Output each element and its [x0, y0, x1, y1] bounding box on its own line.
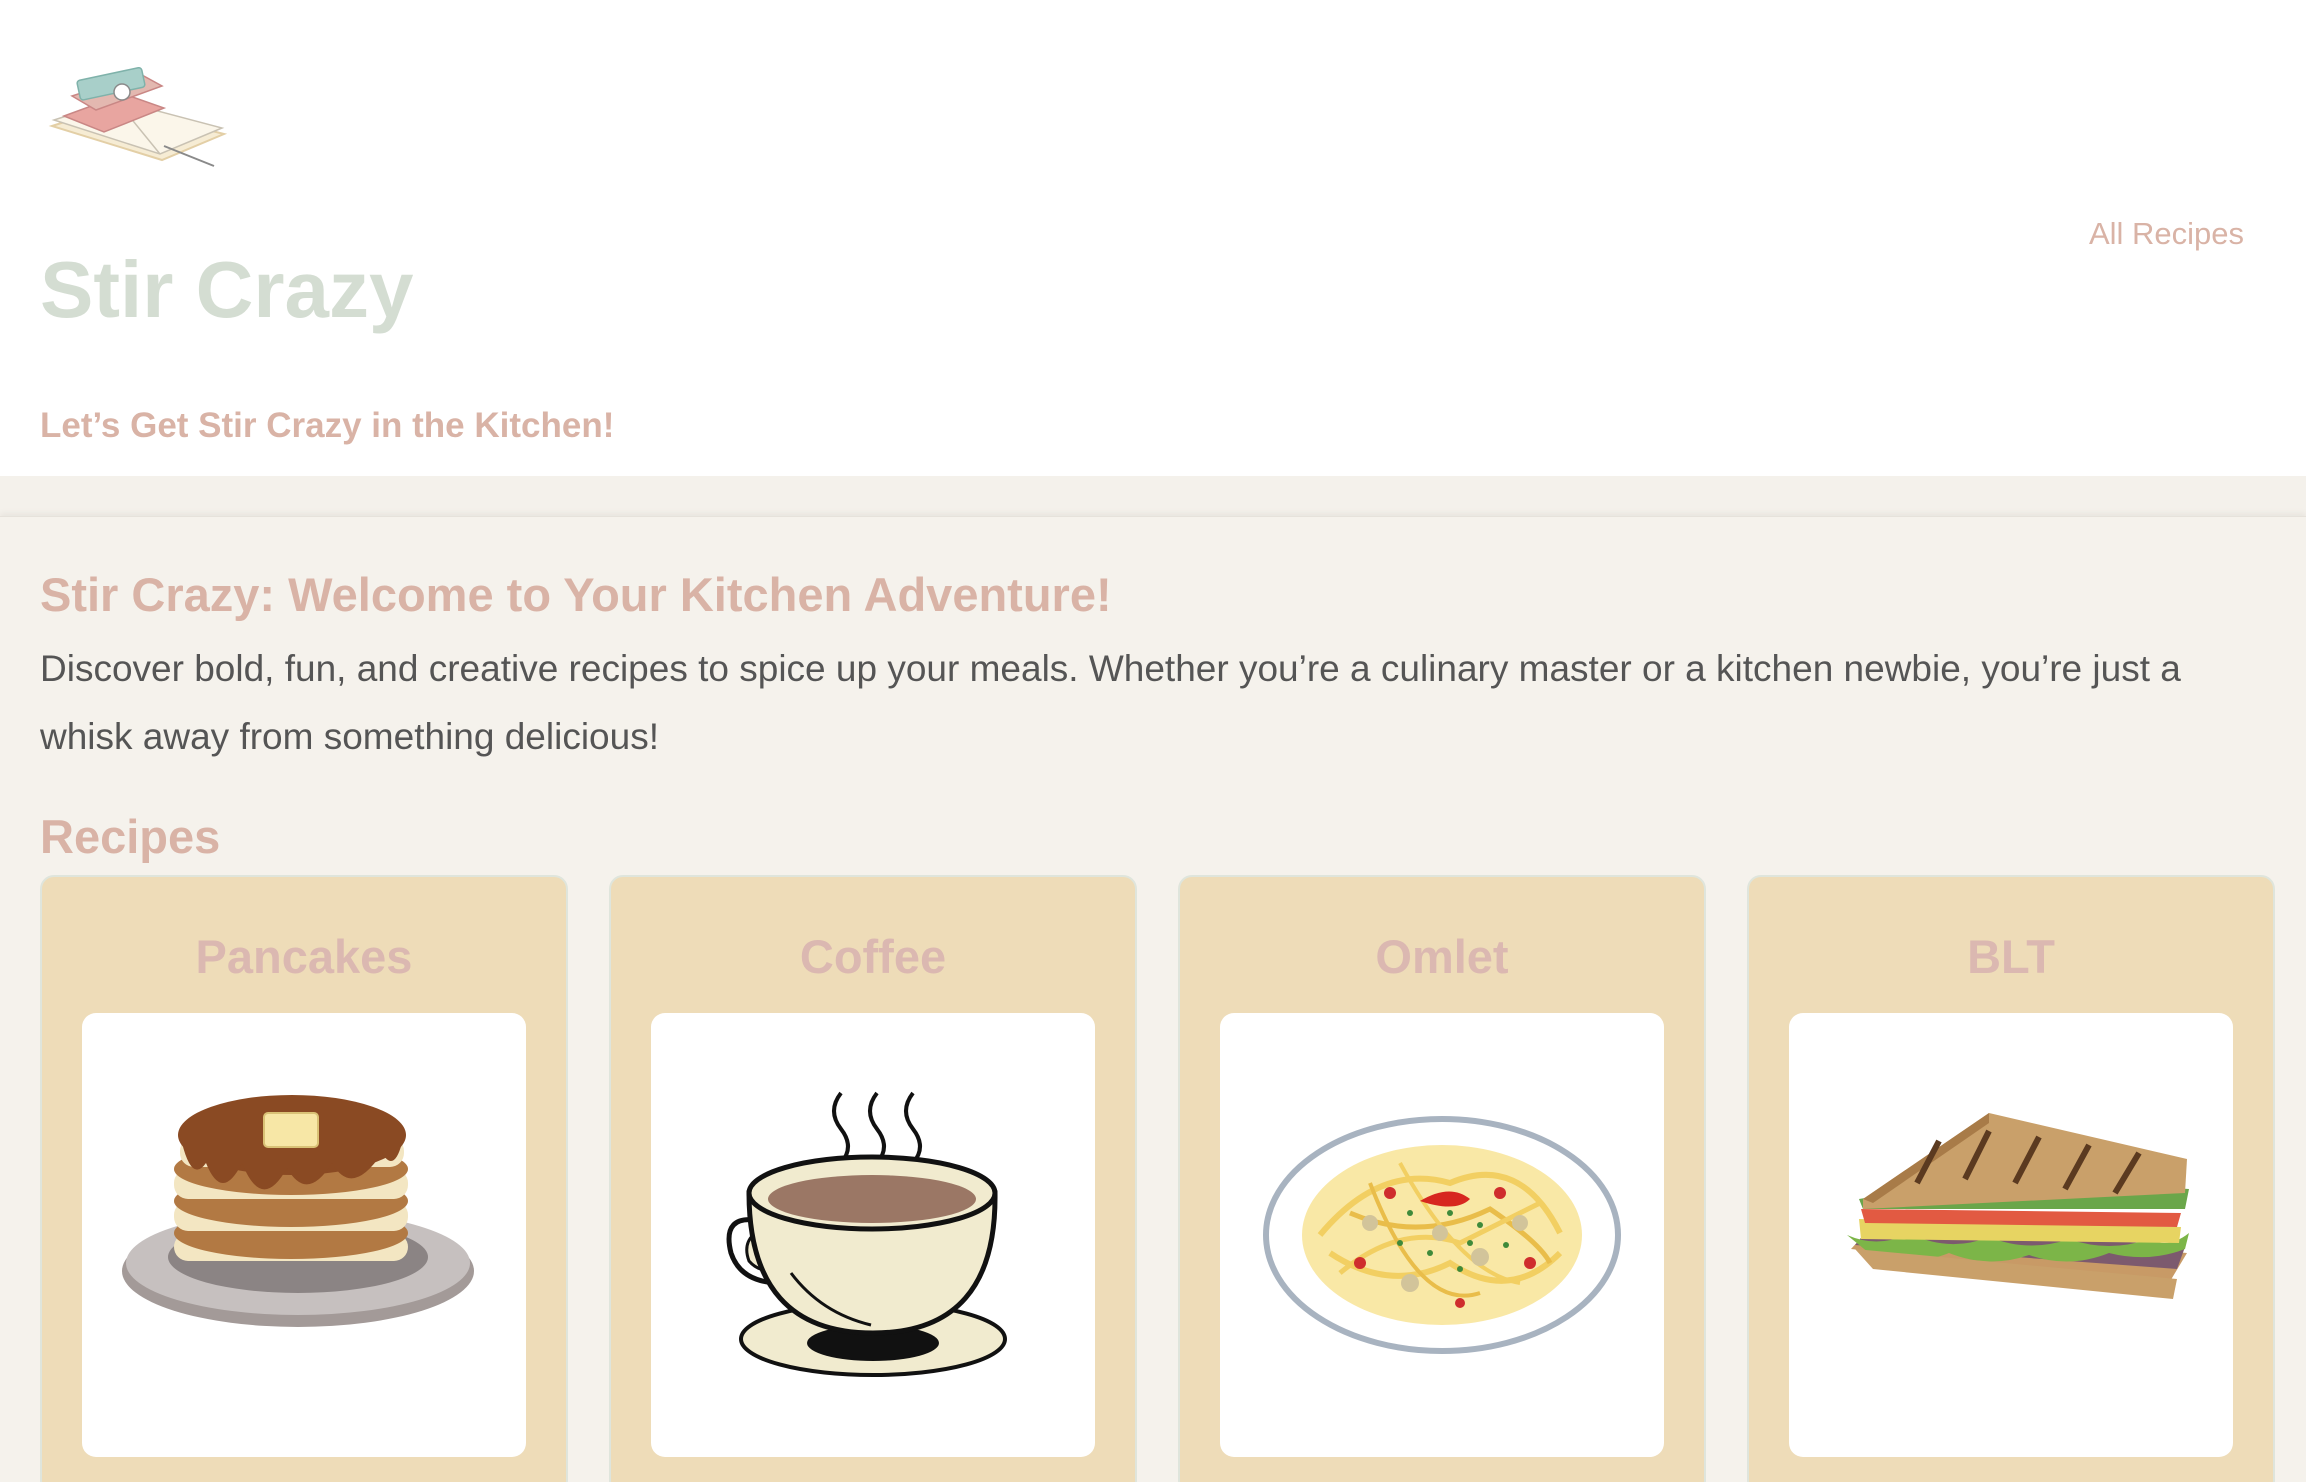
recipes-heading: Recipes [40, 810, 221, 863]
main-content: Stir Crazy: Welcome to Your Kitchen Adve… [0, 516, 2306, 1482]
nav-all-recipes-link[interactable]: All Recipes [2089, 216, 2244, 252]
recipe-card-title: Coffee [799, 930, 947, 983]
section-divider [0, 476, 2306, 516]
site-header: Stir Crazy Let’s Get Stir Crazy in the K… [0, 0, 2306, 476]
coffee-cup-icon [651, 1013, 1095, 1457]
welcome-heading: Stir Crazy: Welcome to Your Kitchen Adve… [40, 568, 1112, 621]
recipe-card-title: BLT [1967, 930, 2055, 983]
intro-paragraph: Discover bold, fun, and creative recipes… [40, 648, 2181, 757]
recipe-card-title: Pancakes [195, 930, 413, 983]
recipe-card-pancakes[interactable]: Pancakes [40, 875, 568, 1482]
recipe-card-blt[interactable]: BLT [1747, 875, 2275, 1482]
recipe-card-omlet[interactable]: Omlet [1178, 875, 1706, 1482]
sandwich-icon [1789, 1013, 2233, 1457]
recipe-card-grid: Pancakes Coffee Omlet BLT [40, 875, 2275, 1482]
site-title: Stir Crazy [40, 245, 414, 334]
pancakes-icon [82, 1013, 526, 1457]
pasta-plate-icon [1220, 1013, 1664, 1457]
recipe-card-title: Omlet [1375, 930, 1509, 983]
site-tagline: Let’s Get Stir Crazy in the Kitchen! [40, 406, 615, 445]
recipe-card-coffee[interactable]: Coffee [609, 875, 1137, 1482]
cookbook-stack-icon[interactable] [44, 56, 234, 176]
